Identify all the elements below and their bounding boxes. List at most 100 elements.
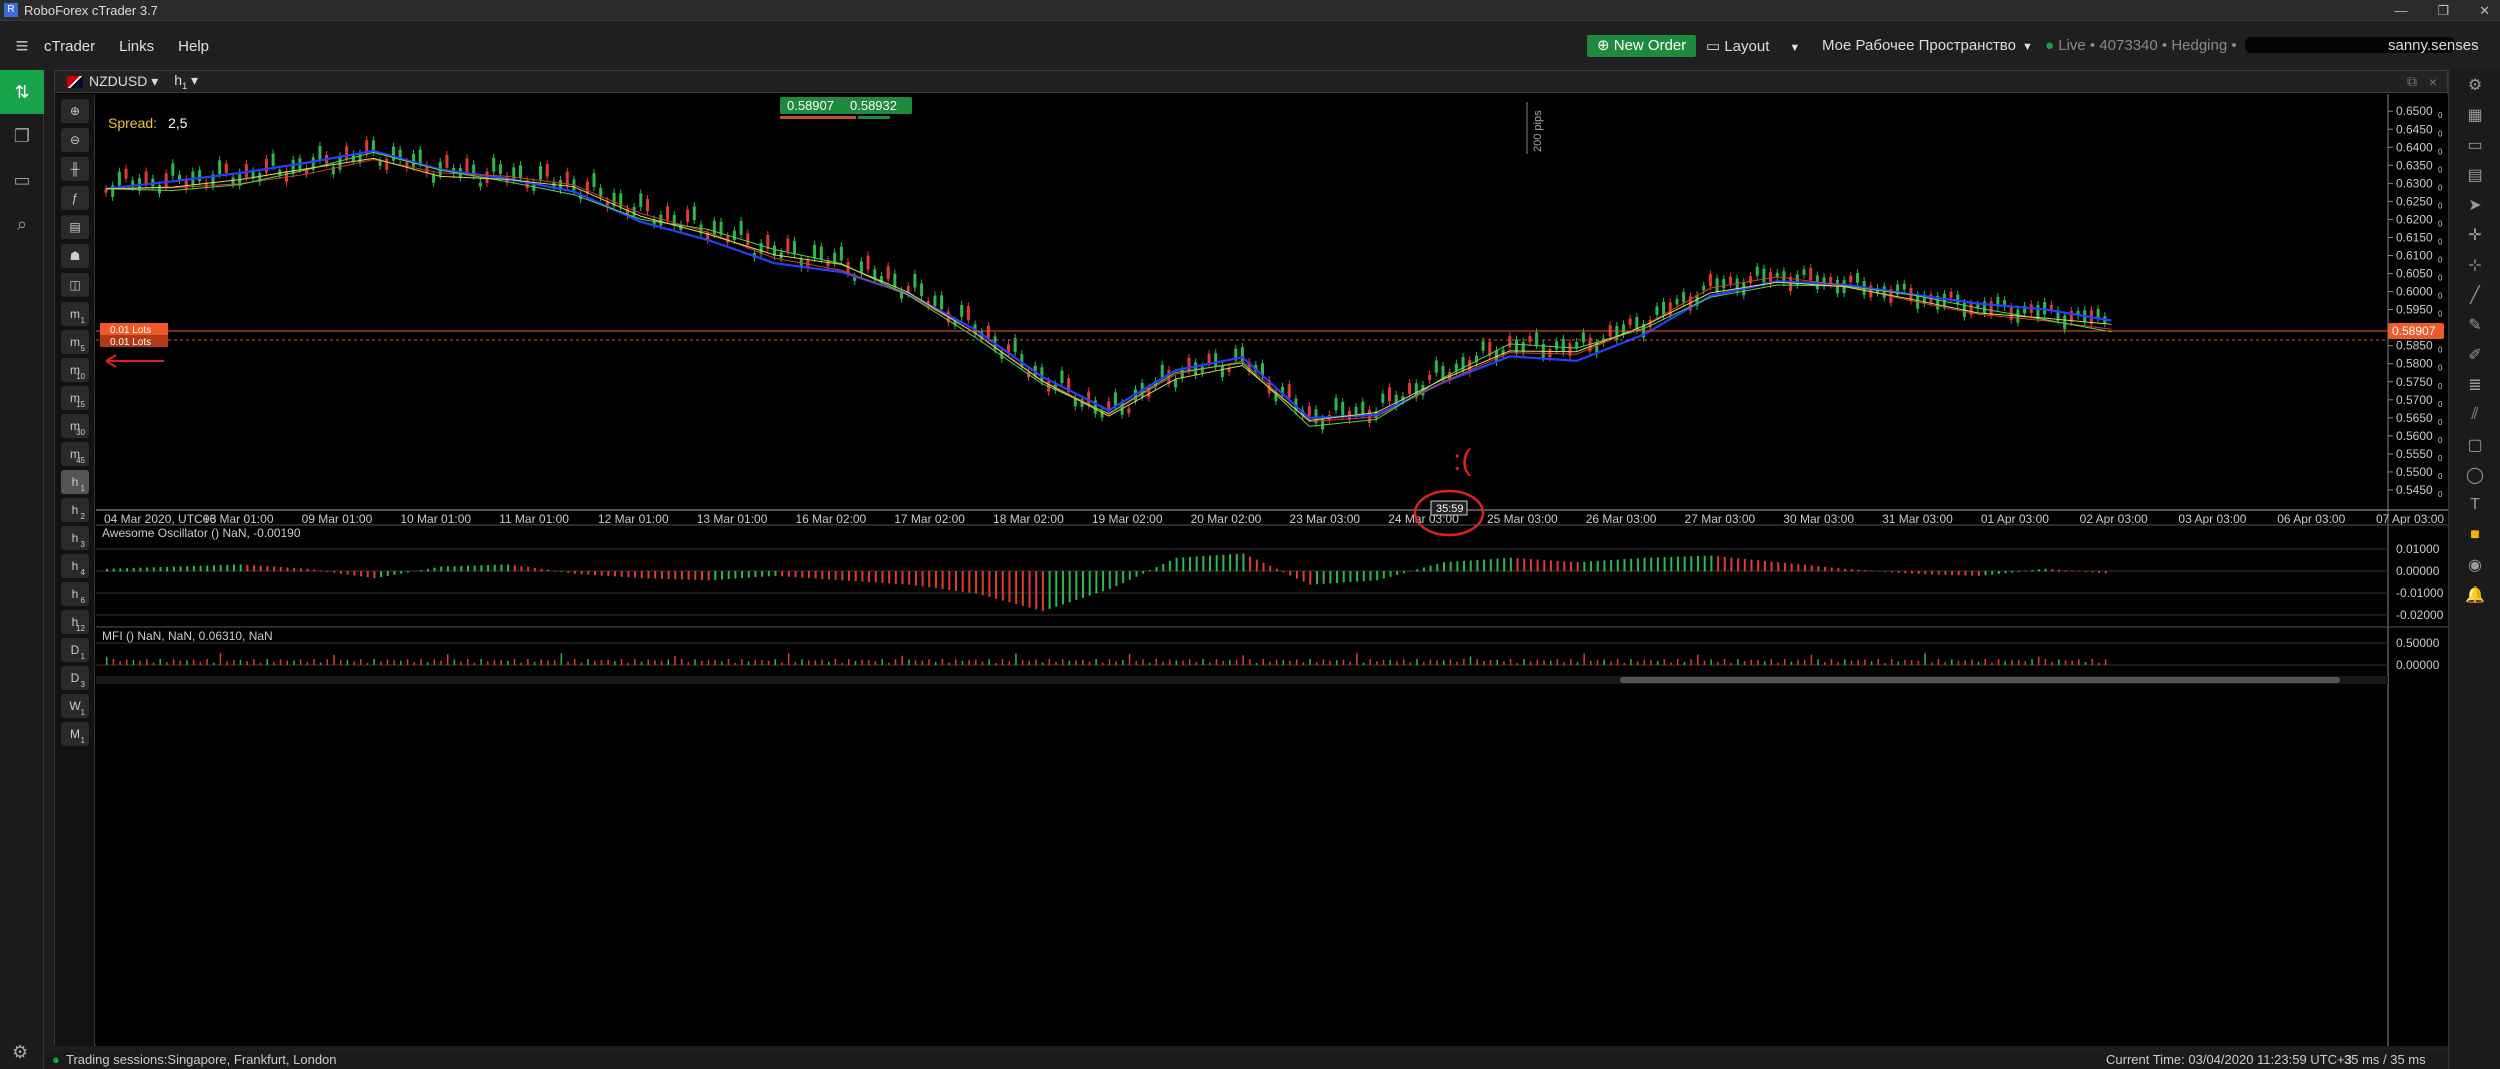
- templates-icon[interactable]: ▤: [61, 215, 89, 239]
- price-tick-suffix: 0: [2438, 237, 2443, 246]
- chart-type-icon[interactable]: ╫: [61, 157, 89, 181]
- timeframe-button-h1[interactable]: h1: [61, 470, 89, 494]
- mfi-bar: [266, 659, 268, 665]
- grid-icon[interactable]: ▦: [2449, 100, 2500, 130]
- close-chart-icon[interactable]: ×: [2429, 74, 2437, 90]
- ao-bar: [1255, 559, 1258, 572]
- candle-body: [1535, 332, 1539, 345]
- candle-body: [1113, 392, 1117, 407]
- channel-icon[interactable]: ⫽: [2449, 400, 2500, 430]
- ao-bar: [1857, 569, 1860, 572]
- timeframe-button-h3[interactable]: h3: [61, 526, 89, 550]
- horizontal-scrollbar-thumb[interactable]: [1620, 677, 2340, 683]
- timeframe-button-h12[interactable]: h 12: [61, 610, 89, 634]
- price-tick-label: 0.6000: [2396, 285, 2433, 299]
- analyze-icon[interactable]: ⌕: [0, 202, 44, 246]
- user-menu[interactable]: sanny.senses: [2388, 37, 2479, 54]
- timeframe-button-M1[interactable]: M1: [61, 722, 89, 746]
- window-icon[interactable]: ▭: [2449, 130, 2500, 160]
- ao-bar: [607, 571, 610, 576]
- detach-chart-icon[interactable]: ⧉: [2407, 73, 2417, 90]
- pen-icon[interactable]: ✎: [2449, 310, 2500, 340]
- candle-body: [1621, 324, 1625, 335]
- trade-icon[interactable]: ⇅: [0, 70, 44, 114]
- mfi-bar: [727, 659, 730, 665]
- chart-settings-icon[interactable]: ⚙: [2449, 70, 2500, 100]
- ao-bar: [1376, 571, 1379, 581]
- timeframe-button-m15[interactable]: m 15: [61, 386, 89, 410]
- ao-bar: [1830, 567, 1833, 572]
- timeframe-button-h6[interactable]: h6: [61, 582, 89, 606]
- mfi-bar: [1596, 660, 1599, 665]
- line-icon[interactable]: ╱: [2449, 280, 2500, 310]
- buy-price[interactable]: 0.58932: [850, 98, 897, 113]
- ao-bar: [1102, 571, 1105, 592]
- automate-icon[interactable]: ▭: [0, 158, 44, 202]
- price-tick-label: 0.5800: [2396, 357, 2433, 371]
- new-order-button[interactable]: ⊕ New Order: [1587, 35, 1697, 57]
- layout-icon[interactable]: ▤: [2449, 160, 2500, 190]
- rectangle-icon[interactable]: ▢: [2449, 430, 2500, 460]
- zoom-out-icon[interactable]: ⊖: [61, 128, 89, 152]
- ao-bar: [1650, 557, 1653, 572]
- hamburger-menu-icon[interactable]: ≡: [0, 33, 44, 59]
- indicators-icon[interactable]: ƒ: [61, 186, 89, 210]
- timeframe-selector[interactable]: h1 ▾: [174, 72, 198, 91]
- mfi-bar: [1676, 659, 1679, 665]
- snapshot-icon[interactable]: ◫: [61, 273, 89, 297]
- mfi-bar: [1269, 661, 1271, 665]
- ellipse-icon[interactable]: ◯: [2449, 460, 2500, 490]
- brush-icon[interactable]: ✐: [2449, 340, 2500, 370]
- move-icon[interactable]: ⊹: [2449, 250, 2500, 280]
- mfi-bar: [1115, 661, 1117, 665]
- copy-icon[interactable]: ❐: [0, 114, 44, 158]
- note-icon[interactable]: ■: [2449, 520, 2500, 550]
- mfi-bar: [1476, 659, 1478, 665]
- timeframe-button-h2[interactable]: h2: [61, 498, 89, 522]
- timeframe-button-h4[interactable]: h4: [61, 554, 89, 578]
- fib-icon[interactable]: ≣: [2449, 370, 2500, 400]
- timeframe-button-m30[interactable]: m 30: [61, 414, 89, 438]
- timeframe-button-D1[interactable]: D1: [61, 638, 89, 662]
- mfi-bar: [1001, 659, 1004, 665]
- cursor-icon[interactable]: ➤: [2449, 190, 2500, 220]
- account-info[interactable]: ● Live • 4073340 • Hedging •: [2045, 37, 2237, 54]
- price-tick-suffix: 0: [2438, 219, 2443, 228]
- mfi-bar: [1349, 661, 1351, 665]
- text-icon[interactable]: T: [2449, 490, 2500, 520]
- timeframe-button-D3[interactable]: D3: [61, 666, 89, 690]
- workspace-dropdown[interactable]: Мое Рабочее Пространство ▼: [1822, 37, 2033, 54]
- sell-price[interactable]: 0.58907: [787, 98, 834, 113]
- price-chart[interactable]: 0.6500 0 0.6450 0 0.6400 0 0.6350 0 0.6300 0 0.625…: [96, 94, 2448, 1046]
- bell-icon[interactable]: 🔔: [2449, 580, 2500, 610]
- camera-icon[interactable]: ◉: [2449, 550, 2500, 580]
- zoom-in-icon[interactable]: ⊕: [61, 99, 89, 123]
- ao-bar: [1128, 571, 1131, 580]
- layout-dropdown[interactable]: ▭ Layout ▼: [1706, 37, 1800, 55]
- ao-bar: [453, 566, 456, 572]
- crosshair-icon[interactable]: ✛: [2449, 220, 2500, 250]
- timeframe-button-m45[interactable]: m 45: [61, 442, 89, 466]
- menu-help[interactable]: Help: [178, 38, 209, 55]
- timeframe-button-m1[interactable]: m1: [61, 302, 89, 326]
- price-tick-suffix: 0: [2438, 147, 2443, 156]
- ao-bar: [172, 566, 175, 572]
- menu-links[interactable]: Links: [119, 38, 154, 55]
- timeframe-button-m5[interactable]: m5: [61, 330, 89, 354]
- candle-body: [1561, 338, 1565, 353]
- timeframe-button-m10[interactable]: m 10: [61, 358, 89, 382]
- timeframe-button-W1[interactable]: W1: [61, 694, 89, 718]
- new-order-label: New Order: [1613, 37, 1687, 54]
- close-button[interactable]: ✕: [2479, 0, 2490, 21]
- mfi-bar: [339, 660, 342, 665]
- menu-ctrader[interactable]: cTrader: [44, 38, 95, 55]
- restore-button[interactable]: ❐: [2437, 0, 2449, 21]
- trader-icon[interactable]: ☗: [61, 244, 89, 268]
- symbol-selector[interactable]: NZDUSD ▾: [89, 73, 158, 90]
- settings-gear-icon[interactable]: ⚙: [12, 1042, 28, 1063]
- candle-body: [264, 158, 268, 173]
- price-tick-suffix: 0: [2438, 165, 2443, 174]
- minimize-button[interactable]: —: [2394, 0, 2407, 21]
- ao-bar: [1844, 568, 1847, 572]
- mfi-bar: [995, 662, 997, 665]
